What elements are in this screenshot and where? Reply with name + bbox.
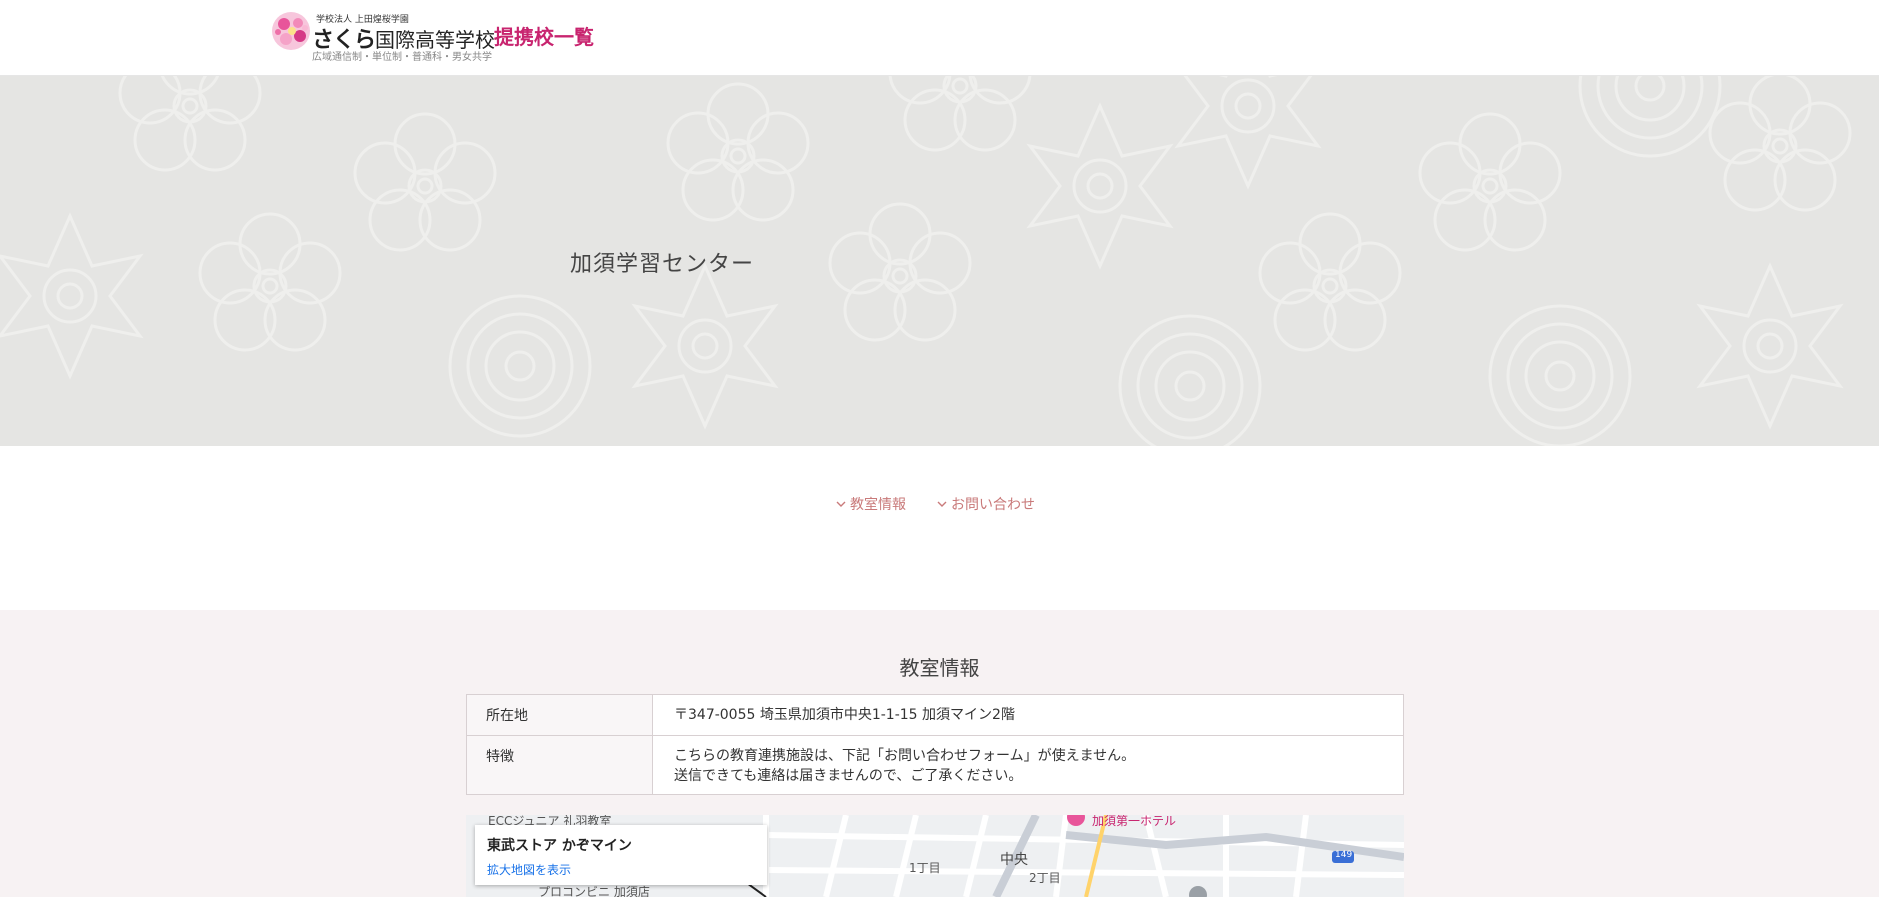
anchor-nav: 教室情報 お問い合わせ xyxy=(0,446,1879,610)
sakura-logo-icon xyxy=(272,12,310,50)
map-label-hotel: 加須第一ホテル xyxy=(1092,815,1177,828)
flower-pattern-background xyxy=(0,76,1852,446)
classroom-info-section: 教室情報 所在地 〒347-0055 埼玉県加須市中央1-1-15 加須マイン2… xyxy=(0,610,1879,897)
page-title: 加須学習センター xyxy=(570,252,755,277)
anchor-classroom-info[interactable]: 教室情報 xyxy=(835,494,906,514)
address-text: 〒347-0055 埼玉県加須市中央1-1-15 加須マイン2階 xyxy=(674,707,1015,723)
chevron-down-icon xyxy=(937,501,947,507)
logo-tagline: 広域通信制・単位制・普通科・男女共学 xyxy=(312,52,492,63)
chevron-down-icon xyxy=(836,501,846,507)
hero-banner: 加須学習センター xyxy=(0,76,1879,446)
row-header-features: 特徴 xyxy=(467,736,653,794)
map-place-name: 東武ストア かぞマイン xyxy=(487,838,632,854)
features-line-1: こちらの教育連携施設は、下記「お問い合わせフォーム」が使えません。 xyxy=(674,748,1136,764)
table-row: 特徴 こちらの教育連携施設は、下記「お問い合わせフォーム」が使えません。 送信で… xyxy=(467,736,1403,794)
map-info-card: 東武ストア かぞマイン 拡大地図を表示 xyxy=(475,825,767,885)
route-149-badge: 149 xyxy=(1335,850,1353,860)
partner-schools-link[interactable]: 提携校一覧 xyxy=(494,21,594,50)
map-label-store: プロコンビニ 加須店 xyxy=(538,885,650,897)
map-label-chuo: 中央 xyxy=(1000,852,1028,868)
info-table: 所在地 〒347-0055 埼玉県加須市中央1-1-15 加須マイン2階 特徴 … xyxy=(466,694,1404,795)
enlarge-map-link[interactable]: 拡大地図を表示 xyxy=(487,861,755,878)
address-value: 〒347-0055 埼玉県加須市中央1-1-15 加須マイン2階 xyxy=(653,695,1403,735)
map-label-chome2: 2丁目 xyxy=(1029,871,1061,885)
features-value: こちらの教育連携施設は、下記「お問い合わせフォーム」が使えません。 送信できても… xyxy=(653,736,1403,794)
table-row: 所在地 〒347-0055 埼玉県加須市中央1-1-15 加須マイン2階 xyxy=(467,695,1403,736)
anchor-label: 教室情報 xyxy=(850,497,906,513)
site-header: 学校法人 上田煌桜学園 さくら国際高等学校 広域通信制・単位制・普通科・男女共学… xyxy=(0,0,1879,76)
anchor-label: お問い合わせ xyxy=(951,497,1035,513)
features-line-2: 送信できても連絡は届きませんので、ご了承ください。 xyxy=(674,768,1023,784)
map-label-chome1: 1丁目 xyxy=(909,861,941,875)
anchor-contact[interactable]: お問い合わせ xyxy=(936,494,1035,514)
embedded-map[interactable]: ECCジュニア 礼羽教室 加須第一ホテル 1丁目 中央 2丁目 プロコンビニ 加… xyxy=(466,815,1404,897)
row-header-address: 所在地 xyxy=(467,695,653,735)
section-title: 教室情報 xyxy=(899,656,980,680)
